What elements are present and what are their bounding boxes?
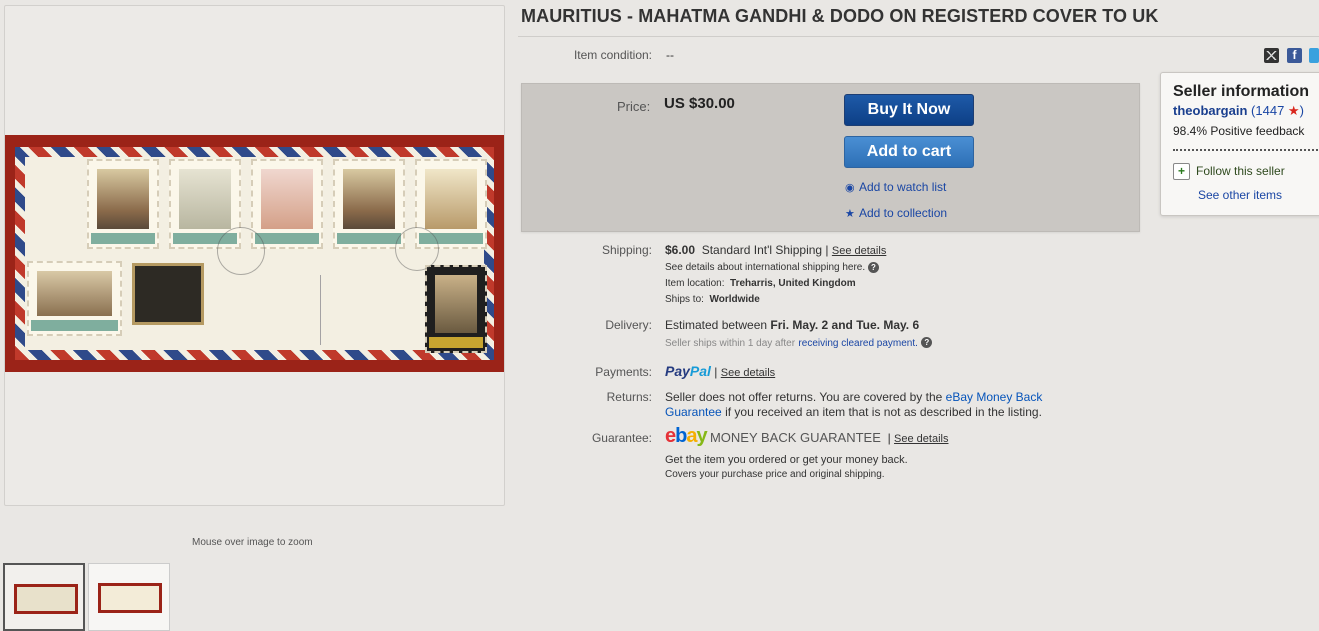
- delivery-estimate-range: Fri. May. 2 and Tue. May. 6: [770, 318, 920, 332]
- seller-heading: Seller information: [1173, 83, 1310, 100]
- seller-name-row: theobargain (1447 ★): [1173, 103, 1304, 119]
- guarantee-see-details-link[interactable]: See details: [894, 433, 948, 445]
- email-share-icon[interactable]: [1264, 48, 1279, 63]
- buy-it-now-button[interactable]: Buy It Now: [844, 94, 974, 126]
- handwritten-address: [320, 275, 430, 345]
- feedback-star-icon: ★: [1287, 103, 1300, 118]
- plus-icon: +: [1173, 163, 1190, 180]
- intl-shipping-note-text[interactable]: See details about international shipping…: [665, 262, 865, 273]
- separator: |: [887, 431, 891, 445]
- add-to-watch-list-link[interactable]: ◉ Add to watch list: [845, 180, 946, 194]
- guarantee-row: ebay MONEY BACK GUARANTEE | See details: [665, 425, 948, 448]
- add-to-cart-button[interactable]: Add to cart: [844, 136, 974, 168]
- condition-label: Item condition:: [573, 48, 652, 62]
- delivery-note: Seller ships within 1 day after receivin…: [665, 335, 933, 349]
- help-icon[interactable]: ?: [867, 262, 879, 273]
- money-back-guarantee-logo-text: MONEY BACK GUARANTEE: [709, 430, 881, 445]
- returns-label: Returns:: [606, 390, 652, 404]
- item-location-row: Item location: Treharris, United Kingdom: [665, 278, 856, 289]
- returns-text-after: if you received an item that is not as d…: [725, 405, 1042, 419]
- main-image-panel[interactable]: [4, 5, 505, 506]
- thumbnail-1[interactable]: [3, 563, 85, 631]
- thumbnail-2[interactable]: [88, 563, 170, 631]
- condition-value: --: [666, 48, 674, 62]
- positive-feedback: 98.4% Positive feedback: [1173, 124, 1305, 138]
- watch-label: Add to watch list: [859, 180, 947, 194]
- guarantee-label: Guarantee:: [591, 431, 652, 445]
- payments-see-details-link[interactable]: See details: [721, 367, 775, 379]
- cover-photo[interactable]: [5, 135, 504, 372]
- separator: |: [825, 243, 829, 257]
- delivery-label: Delivery:: [605, 318, 652, 332]
- intl-shipping-note: See details about international shipping…: [665, 262, 879, 273]
- eye-icon: ◉: [845, 182, 855, 194]
- star-icon: ★: [845, 208, 855, 220]
- guarantee-line-1: Get the item you ordered or get your mon…: [665, 454, 908, 466]
- see-other-items-link[interactable]: See other items: [1198, 188, 1282, 202]
- price-value: US $30.00: [664, 95, 735, 112]
- feedback-score-group[interactable]: (1447 ★): [1251, 103, 1304, 118]
- payments-row: PayPal | See details: [665, 363, 775, 379]
- delivery-estimate-prefix: Estimated between: [665, 318, 768, 332]
- ships-to-row: Ships to: Worldwide: [665, 294, 760, 305]
- separator: |: [714, 365, 718, 379]
- seller-info-panel: Seller information theobargain (1447 ★) …: [1160, 72, 1319, 216]
- stamp-image: [87, 159, 159, 249]
- returns-text-before: Seller does not offer returns. You are c…: [665, 390, 943, 404]
- follow-label: Follow this seller: [1196, 164, 1285, 178]
- add-to-collection-link[interactable]: ★ Add to collection: [845, 206, 947, 220]
- listing-title: MAURITIUS - MAHATMA GANDHI & DODO ON REG…: [521, 6, 1159, 26]
- item-location-label: Item location:: [665, 278, 725, 289]
- ships-to-label: Ships to:: [665, 294, 704, 305]
- item-location-value: Treharris, United Kingdom: [730, 278, 856, 289]
- stamp-image: [425, 265, 487, 353]
- title-divider: [518, 36, 1319, 37]
- payments-label: Payments:: [595, 365, 652, 379]
- price-label: Price:: [617, 99, 651, 114]
- shipping-label: Shipping:: [601, 243, 652, 257]
- paypal-logo: PayPal: [665, 363, 711, 379]
- guarantee-line-2: Covers your purchase price and original …: [665, 469, 885, 480]
- delivery-estimate: Estimated between Fri. May. 2 and Tue. M…: [665, 318, 919, 332]
- buy-box: [521, 83, 1140, 232]
- shipping-see-details-link[interactable]: See details: [832, 245, 886, 257]
- facebook-share-icon[interactable]: f: [1287, 48, 1302, 63]
- seller-username-link[interactable]: theobargain: [1173, 103, 1247, 118]
- stamp-image: [27, 261, 122, 336]
- dotted-divider: [1173, 149, 1319, 151]
- delivery-note-prefix: Seller ships within 1 day after: [665, 338, 796, 349]
- shipping-service: Standard Int'l Shipping: [701, 243, 823, 257]
- ships-to-value: Worldwide: [709, 294, 760, 305]
- ebay-logo: ebay: [665, 425, 708, 447]
- stamp-image: [333, 159, 405, 249]
- dodo-stamp-image: [132, 263, 204, 325]
- collection-label: Add to collection: [859, 206, 948, 220]
- returns-text: Seller does not offer returns. You are c…: [665, 390, 1095, 420]
- zoom-hint: Mouse over image to zoom: [192, 537, 313, 548]
- cleared-payment-link[interactable]: receiving cleared payment.: [798, 338, 918, 349]
- help-icon[interactable]: ?: [921, 337, 933, 349]
- follow-seller-link[interactable]: + Follow this seller: [1173, 163, 1285, 180]
- envelope-image: [15, 147, 494, 360]
- postmark: [395, 227, 439, 271]
- twitter-share-icon[interactable]: [1309, 48, 1319, 63]
- shipping-cost: $6.00: [665, 243, 696, 257]
- feedback-score[interactable]: 1447: [1255, 103, 1284, 118]
- postmark: [217, 227, 265, 275]
- stamp-image: [251, 159, 323, 249]
- shipping-row: $6.00 Standard Int'l Shipping | See deta…: [665, 243, 886, 257]
